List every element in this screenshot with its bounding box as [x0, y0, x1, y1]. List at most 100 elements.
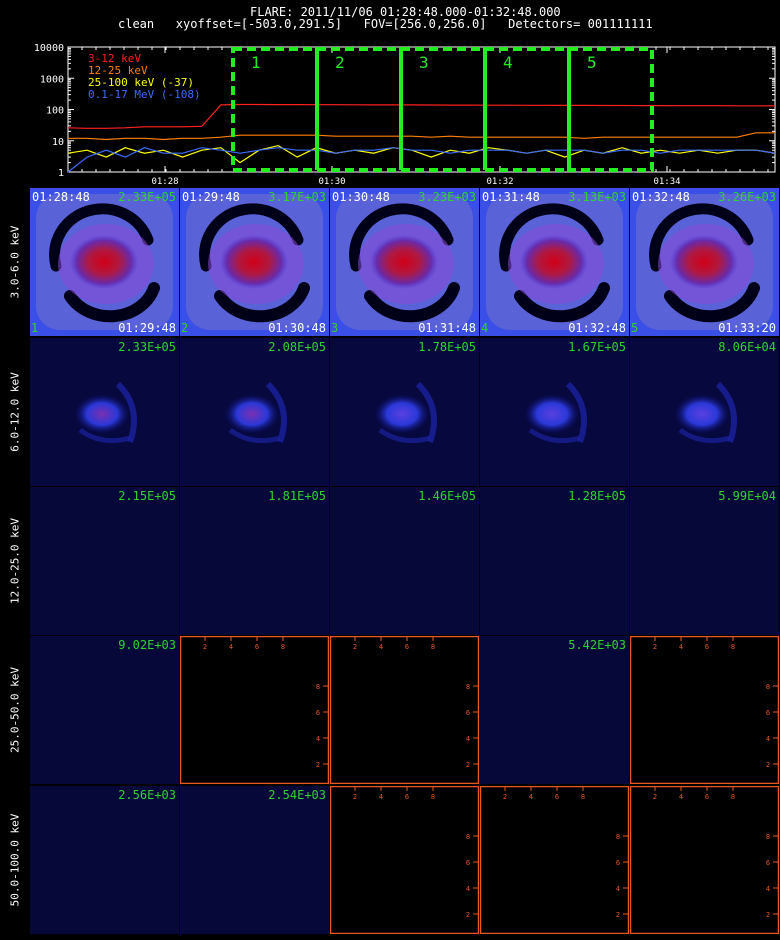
source-blob	[674, 394, 730, 434]
image-cell: 3.26E+03 01:32:48 01:33:20 5	[630, 188, 779, 336]
y-tick-label: 1000	[40, 74, 64, 85]
axis-tick-label: 4	[679, 643, 683, 651]
image-canvas	[630, 487, 779, 635]
y-tick-label: 10	[52, 137, 64, 148]
axis-tick-label: 8	[581, 793, 585, 801]
image-cell: 3.13E+03 01:31:48 01:32:48 4	[480, 188, 629, 336]
source-core	[520, 235, 588, 289]
image-canvas: 2 2 4 4 6 6 8 8	[480, 786, 629, 934]
axis-tick-label: 2	[353, 643, 357, 651]
source-core	[70, 235, 138, 289]
image-background	[30, 636, 179, 784]
axis-tick-label: 8	[731, 793, 735, 801]
axis-tick-label: 8	[281, 643, 285, 651]
axis-tick-label: 2	[466, 761, 470, 769]
axis-tick-label: 4	[466, 885, 470, 893]
source-blob	[74, 394, 130, 434]
image-canvas: 2 2 4 4 6 6 8 8	[180, 636, 329, 784]
axis-tick-label: 6	[555, 793, 559, 801]
empty-image	[630, 636, 779, 784]
source-blob	[374, 394, 430, 434]
image-cell: 2.54E+03	[180, 786, 329, 934]
axis-tick-label: 6	[405, 793, 409, 801]
axis-tick-label: 8	[766, 683, 770, 691]
axis-tick-label: 2	[616, 911, 620, 919]
peak-value: 1.67E+05	[568, 340, 626, 354]
image-canvas	[180, 338, 329, 486]
image-canvas: 2 2 4 4 6 6 8 8	[330, 786, 479, 934]
interval-label: 2	[335, 53, 345, 72]
image-background	[30, 487, 179, 635]
image-cell: 1.46E+05	[330, 487, 479, 635]
image-cell: 2 2 4 4 6 6 8 8	[180, 636, 329, 784]
axis-tick-label: 8	[616, 833, 620, 841]
interval-label: 3	[419, 53, 429, 72]
series-line	[68, 132, 775, 141]
axis-tick-label: 8	[316, 683, 320, 691]
image-cell: 3.23E+03 01:30:48 01:31:48 3	[330, 188, 479, 336]
time-start: 01:28:48	[32, 190, 90, 204]
peak-value: 5.99E+04	[718, 489, 776, 503]
image-canvas	[480, 338, 629, 486]
image-cell: 5.42E+03	[480, 636, 629, 784]
image-background	[330, 487, 479, 635]
image-cell: 2.15E+05	[30, 487, 179, 635]
axis-tick-label: 2	[653, 793, 657, 801]
y-tick-label: 10000	[34, 43, 64, 54]
axis-tick-label: 6	[705, 643, 709, 651]
source-blob	[224, 394, 280, 434]
image-background	[30, 786, 179, 934]
interval-label: 5	[587, 53, 597, 72]
empty-image	[330, 786, 479, 934]
interval-index: 2	[181, 321, 189, 335]
image-cell: 8.06E+04	[630, 338, 779, 486]
time-end: 01:33:20	[718, 321, 776, 335]
peak-value: 1.78E+05	[418, 340, 476, 354]
image-canvas	[480, 636, 629, 784]
image-cell: 2.33E+05	[30, 338, 179, 486]
series-line	[67, 144, 776, 164]
peak-value: 1.81E+05	[268, 489, 326, 503]
axis-tick-label: 2	[466, 911, 470, 919]
row-label: 25.0-50.0 keV	[8, 666, 22, 754]
image-cell: 2 2 4 4 6 6 8 8	[330, 636, 479, 784]
axis-tick-label: 8	[431, 793, 435, 801]
peak-value: 1.28E+05	[568, 489, 626, 503]
image-background	[630, 487, 779, 635]
axis-tick-label: 6	[316, 709, 320, 717]
image-canvas	[30, 786, 179, 934]
image-cell: 2 2 4 4 6 6 8 8	[630, 636, 779, 784]
axis-tick-label: 8	[466, 833, 470, 841]
image-cell: 1.67E+05	[480, 338, 629, 486]
row-label: 6.0-12.0 keV	[8, 372, 22, 452]
peak-value: 3.26E+03	[718, 190, 776, 204]
image-background	[180, 487, 329, 635]
image-cell: 2 2 4 4 6 6 8 8	[630, 786, 779, 934]
interval-box	[483, 47, 571, 172]
peak-value: 3.17E+03	[268, 190, 326, 204]
image-canvas	[330, 487, 479, 635]
image-cell: 2.56E+03	[30, 786, 179, 934]
image-cell: 1.78E+05	[330, 338, 479, 486]
empty-image	[330, 636, 479, 784]
source-core	[220, 235, 288, 289]
source-core	[670, 235, 738, 289]
image-cell: 3.17E+03 01:29:48 01:30:48 2	[180, 188, 329, 336]
image-canvas	[180, 786, 329, 934]
x-tick-label: 01:28	[151, 177, 178, 185]
axis-tick-label: 6	[466, 859, 470, 867]
axis-tick-label: 6	[405, 643, 409, 651]
axis-tick-label: 6	[616, 859, 620, 867]
image-canvas	[630, 338, 779, 486]
interval-index: 5	[631, 321, 639, 335]
source-blob	[524, 394, 580, 434]
image-cell: 1.28E+05	[480, 487, 629, 635]
interval-index: 1	[31, 321, 39, 335]
axis-tick-label: 8	[731, 643, 735, 651]
image-canvas: 2 2 4 4 6 6 8 8	[630, 786, 779, 934]
axis-tick-label: 4	[529, 793, 533, 801]
peak-value: 2.15E+05	[118, 489, 176, 503]
axis-tick-label: 2	[316, 761, 320, 769]
interval-label: 4	[503, 53, 513, 72]
axis-tick-label: 4	[466, 735, 470, 743]
